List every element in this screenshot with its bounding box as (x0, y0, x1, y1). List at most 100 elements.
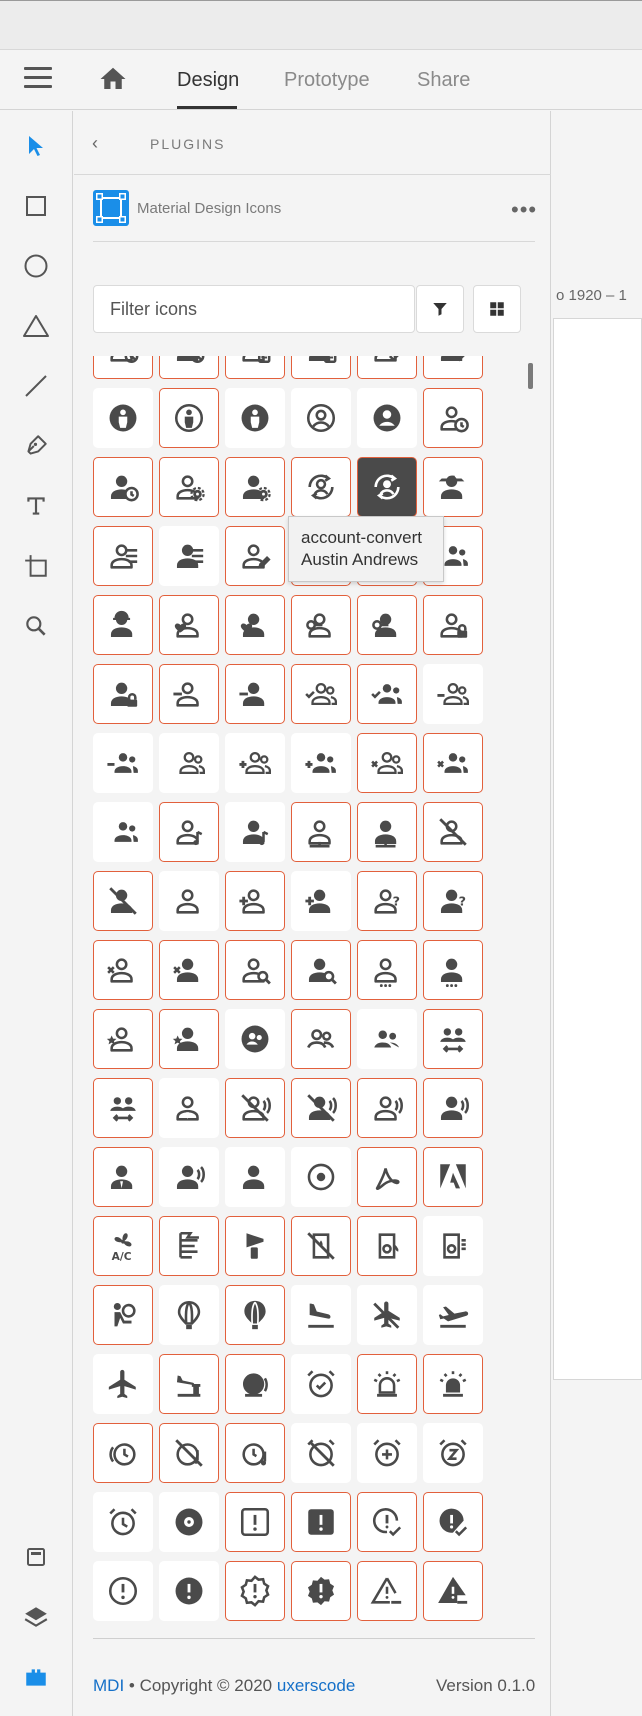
air-purifier-icon[interactable] (423, 1216, 483, 1276)
account-supervisor-outline-icon[interactable] (291, 1009, 351, 1069)
account-child-icon[interactable] (225, 388, 285, 448)
icon-grid-scrollbar[interactable] (528, 363, 533, 389)
album-icon[interactable] (159, 1492, 219, 1552)
account-remove-outline-icon[interactable] (93, 940, 153, 1000)
alert-circle-icon[interactable] (159, 1561, 219, 1621)
account-edit-outline-icon[interactable] (225, 526, 285, 586)
airballoon-icon[interactable] (225, 1285, 285, 1345)
alert-box-outline-icon[interactable] (225, 1492, 285, 1552)
account-network-outline-icon[interactable] (291, 802, 351, 862)
alarm-light-icon[interactable] (423, 1354, 483, 1414)
account-supervisor-icon[interactable] (357, 1009, 417, 1069)
airplane-off-icon[interactable] (357, 1285, 417, 1345)
account-switch-outline-icon[interactable] (93, 1078, 153, 1138)
alert-circle-check-outline-icon[interactable] (357, 1492, 417, 1552)
ellipse-tool-icon[interactable] (20, 250, 52, 282)
alarm-plus-icon[interactable] (357, 1423, 417, 1483)
account-remove-icon[interactable] (159, 940, 219, 1000)
tab-share[interactable]: Share (417, 69, 470, 92)
mdi-link[interactable]: MDI (93, 1676, 124, 1695)
airballoon-outline-icon[interactable] (159, 1285, 219, 1345)
account-convert-outline-icon[interactable] (291, 457, 351, 517)
account-card-details-outline-icon[interactable] (225, 356, 285, 379)
account-lock-outline-icon[interactable] (423, 595, 483, 655)
alert-circle-outline-icon[interactable] (93, 1561, 153, 1621)
adobe-icon[interactable] (423, 1147, 483, 1207)
alarm-off-icon[interactable] (291, 1423, 351, 1483)
account-check-icon[interactable] (423, 356, 483, 379)
layers-panel-icon[interactable] (20, 1601, 52, 1633)
account-minus-outline-icon[interactable] (159, 664, 219, 724)
alarm-icon[interactable] (93, 1492, 153, 1552)
account-convert-icon[interactable] (357, 457, 417, 517)
artboard-canvas[interactable] (553, 318, 642, 1380)
account-cog-icon[interactable] (225, 457, 285, 517)
account-card-details-icon[interactable] (291, 356, 351, 379)
alert-box-icon[interactable] (291, 1492, 351, 1552)
account-check-outline-icon[interactable] (357, 356, 417, 379)
account-details-icon[interactable] (159, 526, 219, 586)
airplane-takeoff-icon[interactable] (423, 1285, 483, 1345)
hamburger-menu-icon[interactable] (24, 67, 52, 91)
alarm-multiple-icon[interactable] (93, 1423, 153, 1483)
alert-circle-check-icon[interactable] (423, 1492, 483, 1552)
account-multiple-remove-icon[interactable] (423, 733, 483, 793)
assets-panel-icon[interactable] (20, 1541, 52, 1573)
account-tie-voice-off-outline-icon[interactable] (225, 1078, 285, 1138)
air-humidifier-off-icon[interactable] (291, 1216, 351, 1276)
account-multiple-minus-icon[interactable] (93, 733, 153, 793)
account-cowboy-hat-icon[interactable] (423, 457, 483, 517)
account-multiple-check-outline-icon[interactable] (291, 664, 351, 724)
tab-prototype[interactable]: Prototype (284, 69, 370, 92)
account-key-outline-icon[interactable] (291, 595, 351, 655)
adobe-acrobat-icon[interactable] (357, 1147, 417, 1207)
account-question-outline-icon[interactable]: ? (357, 871, 417, 931)
select-tool-icon[interactable] (20, 130, 52, 162)
account-search-icon[interactable] (291, 940, 351, 1000)
rectangle-tool-icon[interactable] (20, 190, 52, 222)
filter-icons-input[interactable] (93, 285, 415, 333)
account-switch-icon[interactable] (423, 1009, 483, 1069)
more-options-icon[interactable]: ••• (511, 197, 537, 223)
alarm-light-outline-icon[interactable] (357, 1354, 417, 1414)
home-icon[interactable] (98, 64, 128, 94)
line-tool-icon[interactable] (20, 370, 52, 402)
account-lock-icon[interactable] (93, 664, 153, 724)
account-multiple-outline-icon[interactable] (159, 733, 219, 793)
air-humidifier-icon[interactable] (357, 1216, 417, 1276)
plugins-panel-icon[interactable] (20, 1661, 52, 1693)
account-tie-outline-icon[interactable] (159, 1078, 219, 1138)
pen-tool-icon[interactable] (20, 430, 52, 462)
grid-view-button[interactable] (473, 285, 521, 333)
alert-decagram-outline-icon[interactable] (225, 1561, 285, 1621)
account-heart-icon[interactable] (225, 595, 285, 655)
artboard-tool-icon[interactable] (20, 550, 52, 582)
author-link[interactable]: uxerscode (277, 1676, 355, 1695)
account-tie-icon[interactable] (93, 1147, 153, 1207)
account-question-icon[interactable]: ? (423, 871, 483, 931)
account-settings-icon[interactable] (423, 940, 483, 1000)
polygon-tool-icon[interactable] (20, 310, 52, 342)
account-network-icon[interactable] (357, 802, 417, 862)
account-outline-icon[interactable] (159, 871, 219, 931)
account-star-icon[interactable] (159, 1009, 219, 1069)
account-cog-outline-icon[interactable] (159, 457, 219, 517)
account-multiple-minus-outline-icon[interactable] (423, 664, 483, 724)
air-conditioner-icon[interactable]: A/C (93, 1216, 153, 1276)
account-tie-voice-icon[interactable] (423, 1078, 483, 1138)
filter-funnel-button[interactable] (416, 285, 464, 333)
alarm-bell-icon[interactable] (225, 1354, 285, 1414)
alarm-note-icon[interactable] (225, 1423, 285, 1483)
account-circle-icon[interactable] (357, 388, 417, 448)
zoom-tool-icon[interactable] (20, 610, 52, 642)
account-multiple-remove-outline-icon[interactable] (357, 733, 417, 793)
alarm-note-off-icon[interactable] (159, 1423, 219, 1483)
back-chevron-icon[interactable]: ‹ (92, 133, 98, 154)
account-minus-icon[interactable] (225, 664, 285, 724)
account-multiple-plus-icon[interactable] (291, 733, 351, 793)
artboard-label[interactable]: o 1920 – 1 (556, 287, 627, 304)
account-off-outline-icon[interactable] (423, 802, 483, 862)
alert-minus-icon[interactable] (423, 1561, 483, 1621)
airplane-landing-icon[interactable] (291, 1285, 351, 1345)
account-tie-voice-off-icon[interactable] (291, 1078, 351, 1138)
